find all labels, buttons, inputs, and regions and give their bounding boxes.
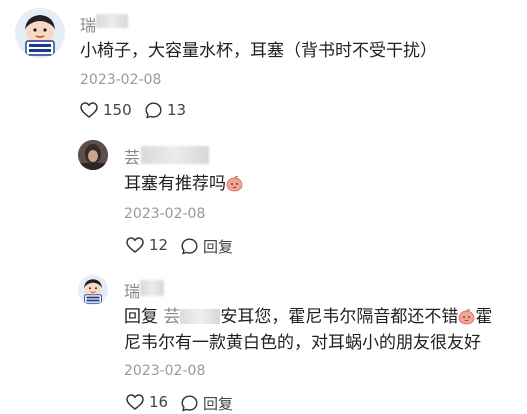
reply-label: 回复: [203, 395, 234, 413]
reply-button[interactable]: 回复: [181, 393, 233, 414]
reply-username[interactable]: 芸: [124, 144, 140, 168]
reply-text-content: 安耳您，霍尼韦尔隔音都还不错: [220, 307, 459, 327]
reply-avatar[interactable]: [78, 140, 108, 170]
mention-username[interactable]: 芸: [163, 307, 180, 327]
reply-button[interactable]: 回复: [181, 236, 233, 257]
like-count: 16: [149, 393, 169, 411]
speech-bubble-icon: [181, 395, 198, 412]
comment-date: 2023-02-08: [80, 72, 162, 88]
reply-text-line1: 回复 芸 安耳您，霍尼韦尔隔音都还不错 霍: [124, 304, 492, 330]
like-button[interactable]: 16: [126, 393, 168, 411]
reply-label: 回复: [203, 238, 234, 256]
reply-count-button[interactable]: 13: [145, 101, 186, 119]
comment-text: 小椅子，大容量水杯，耳塞（背书时不受干扰）: [80, 41, 437, 61]
profile-photo-avatar-icon: [78, 140, 108, 170]
peach-face-emoji-icon: [226, 176, 243, 192]
reply-avatar[interactable]: [78, 275, 108, 305]
reply-text-content: 耳塞有推荐吗: [124, 174, 226, 194]
redacted-username-mask: [140, 280, 164, 296]
reply-count: 13: [167, 101, 187, 119]
redacted-mention-mask: [180, 309, 221, 324]
like-count: 150: [103, 101, 132, 119]
redacted-username-mask: [141, 146, 209, 164]
speech-bubble-icon: [181, 238, 198, 255]
like-count: 12: [149, 236, 169, 254]
reply-text: 耳塞有推荐吗: [124, 171, 243, 197]
reply-text-line2: 尼韦尔有一款黄白色的，对耳蜗小的朋友很友好: [124, 333, 481, 353]
heart-outline-icon: [126, 237, 144, 253]
like-button[interactable]: 12: [126, 236, 168, 254]
cartoon-boy-avatar-icon: [78, 275, 108, 305]
reply-username[interactable]: 瑞: [124, 278, 140, 302]
username[interactable]: 瑞: [80, 12, 96, 36]
heart-outline-icon: [126, 394, 144, 410]
like-button[interactable]: 150: [80, 101, 132, 119]
heart-outline-icon: [80, 102, 98, 118]
avatar[interactable]: [15, 8, 65, 58]
reply-text-wrap: 霍: [475, 307, 493, 327]
cartoon-boy-avatar-icon: [15, 8, 65, 58]
reply-date: 2023-02-08: [124, 363, 206, 379]
reply-date: 2023-02-08: [124, 206, 206, 222]
reply-prefix: 回复: [124, 307, 158, 327]
redacted-username-mask: [96, 14, 128, 28]
peach-face-emoji-icon: [459, 309, 475, 325]
speech-bubble-icon: [145, 102, 162, 118]
